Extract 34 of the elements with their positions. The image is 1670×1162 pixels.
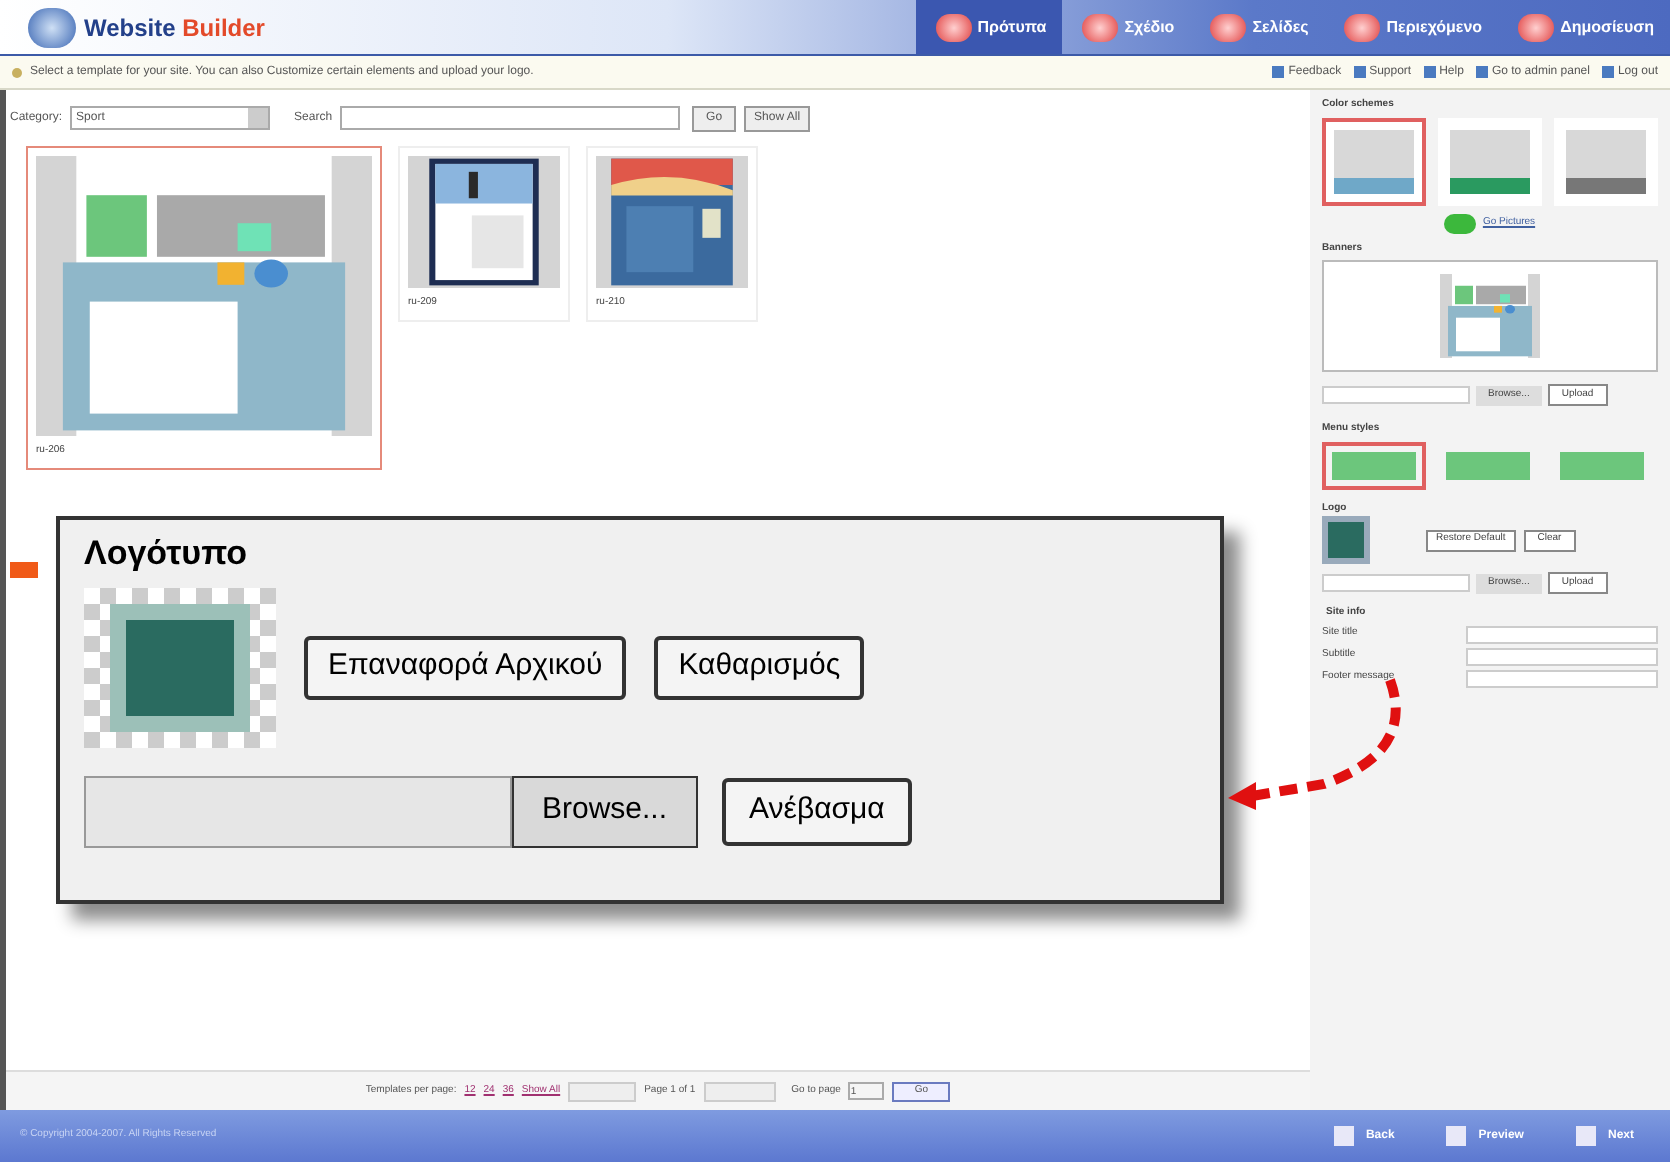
- app-title: Website Builder: [84, 11, 265, 45]
- color-scheme-option[interactable]: [1554, 117, 1658, 205]
- nav-icon: [1333, 1126, 1354, 1146]
- step-tab[interactable]: Δημοσίευση: [1498, 0, 1670, 54]
- logo-thumbnail: [1322, 516, 1370, 564]
- upload-button[interactable]: Ανέβασμα: [721, 777, 913, 845]
- step-tab[interactable]: Σελίδες: [1190, 0, 1325, 54]
- step-icon: [1344, 13, 1381, 41]
- step-icon: [1210, 13, 1247, 41]
- color-scheme-option[interactable]: [1322, 117, 1426, 205]
- callout-title: Λογότυπο: [84, 532, 249, 576]
- step-tab[interactable]: Πρότυπα: [915, 0, 1063, 54]
- file-path-field[interactable]: [84, 775, 512, 847]
- search-field[interactable]: [340, 106, 681, 130]
- file-path-field[interactable]: [1322, 574, 1470, 592]
- color-scheme-option[interactable]: [1438, 117, 1542, 205]
- text-field[interactable]: [1466, 625, 1658, 643]
- file-path-field[interactable]: [1322, 386, 1470, 404]
- step-icon: [1082, 13, 1119, 41]
- text-field[interactable]: [1466, 647, 1658, 665]
- step-icon: [1518, 13, 1555, 41]
- previous-button[interactable]: [568, 1081, 637, 1101]
- clear-button[interactable]: Καθαρισμός: [654, 635, 865, 699]
- nav-icon: [1446, 1126, 1467, 1146]
- bullet-icon: [12, 67, 22, 77]
- text-field[interactable]: [1466, 669, 1658, 687]
- globe-icon: [28, 7, 76, 47]
- menu-style-option[interactable]: [1322, 441, 1426, 489]
- restore-default-button[interactable]: Επαναφορά Αρχικού: [304, 635, 627, 699]
- step-icon: [935, 13, 972, 41]
- nav-icon: [1575, 1126, 1596, 1146]
- next-page-button[interactable]: [703, 1081, 776, 1101]
- browse-button[interactable]: Browse...: [512, 775, 698, 847]
- step-tab[interactable]: Περιεχόμενο: [1324, 0, 1499, 54]
